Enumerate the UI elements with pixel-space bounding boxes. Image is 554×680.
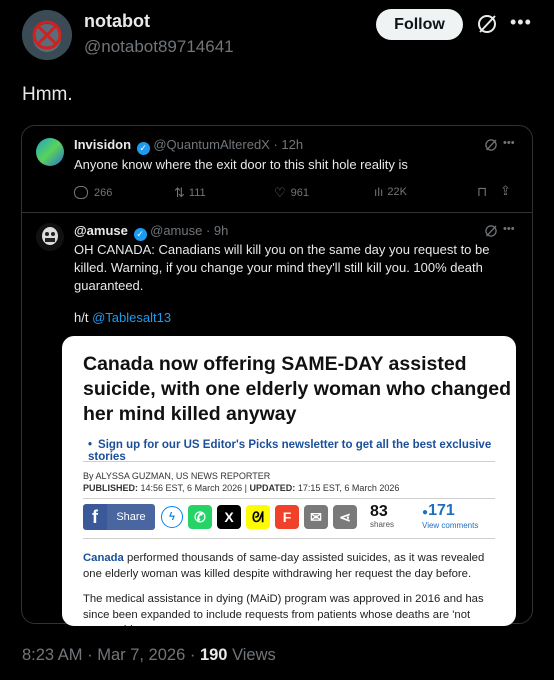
article-separator (83, 461, 495, 462)
share-icon[interactable]: ⇪ (500, 183, 511, 199)
nested-more-icon[interactable]: ••• (503, 223, 515, 235)
quoted-handle[interactable]: @QuantumAlteredX (153, 137, 270, 152)
post-text: Hmm. (22, 84, 73, 105)
quoted-grok-icon[interactable] (484, 138, 498, 157)
repost-action[interactable]: ⇅ 111 (174, 185, 206, 201)
reply-action[interactable]: 266 (74, 186, 112, 199)
flipboard-icon[interactable]: F (275, 505, 299, 529)
facebook-share-button[interactable]: f Share (83, 504, 155, 530)
comments-count: 171 (428, 502, 455, 519)
hat-tip-prefix: h/t (74, 310, 89, 325)
post-views-label: Views (232, 646, 276, 664)
canada-link[interactable]: Canada (83, 552, 124, 564)
author-display-name[interactable]: notabot (84, 11, 150, 32)
article-headline: Canada now offering SAME-DAY assisted su… (83, 353, 511, 425)
quoted-display-name[interactable]: Invisidon (74, 137, 131, 152)
nested-time[interactable]: · 9h (206, 223, 228, 238)
like-action[interactable]: ♡ 961 (274, 185, 309, 201)
hat-tip-handle[interactable]: @Tablesalt13 (92, 310, 171, 325)
email-icon[interactable]: ✉ (304, 505, 328, 529)
views-count: 22K (387, 186, 407, 198)
view-comments-link[interactable]: ●171 View comments (422, 503, 478, 531)
share-separator (83, 538, 495, 539)
messenger-icon[interactable]: ϟ (161, 506, 183, 528)
like-count: 961 (290, 187, 310, 199)
byline-separator (83, 498, 495, 499)
article-byline: By ALYSSA GUZMAN, US NEWS REPORTER (83, 471, 271, 481)
views-action[interactable]: ılı 22K (374, 185, 407, 199)
grok-icon[interactable] (476, 13, 498, 40)
quote-divider (22, 212, 532, 213)
nested-text: OH CANADA: Canadians will kill you on th… (74, 242, 490, 293)
newsletter-signup-text: Sign up for our US Editor's Picks newsle… (88, 439, 492, 463)
article-paragraph-1-text: performed thousands of same-day assisted… (83, 552, 485, 580)
share-bar: f Share ϟ ✆ X ᘛ F ✉ ⋖ 83 shares ●171 Vie… (83, 503, 478, 531)
quoted-text: Anyone know where the exit door to this … (74, 157, 408, 172)
post-timestamp[interactable]: 8:23 AM · Mar 7, 2026 · (22, 646, 195, 664)
comments-label: View comments (422, 521, 479, 530)
updated-date: 17:15 EST, 6 March 2026 (297, 483, 400, 493)
bookmark-icon[interactable]: ⊓ (477, 184, 487, 200)
article-paragraph-2: The medical assistance in dying (MAiD) p… (83, 593, 484, 626)
published-date: 14:56 EST, 6 March 2026 (140, 483, 243, 493)
updated-label: UPDATED: (249, 483, 296, 493)
post-views-count: 190 (199, 646, 228, 664)
more-options-icon[interactable]: ••• (510, 12, 532, 33)
reply-icon (74, 186, 88, 199)
author-handle[interactable]: @notabot89714641 (84, 37, 234, 57)
avatar[interactable] (22, 10, 72, 60)
shares-count: 83 (370, 503, 388, 520)
nested-avatar[interactable] (36, 223, 64, 251)
follow-button[interactable]: Follow (376, 9, 463, 40)
reply-count: 266 (94, 186, 113, 199)
facebook-icon: f (83, 504, 107, 530)
newsletter-signup-link[interactable]: • Sign up for our US Editor's Picks newsl… (88, 439, 516, 463)
facebook-share-label: Share (107, 504, 155, 530)
quoted-time[interactable]: · 12h (273, 137, 303, 152)
quoted-avatar[interactable] (36, 138, 64, 166)
article-image[interactable]: Canada now offering SAME-DAY assisted su… (62, 336, 516, 626)
x-icon[interactable]: X (217, 505, 241, 529)
shares-label: shares (370, 520, 395, 529)
repost-count: 111 (188, 187, 206, 199)
repost-icon: ⇅ (174, 185, 185, 200)
quoted-more-icon[interactable]: ••• (503, 137, 515, 149)
views-icon: ılı (374, 185, 384, 199)
snapchat-icon[interactable]: ᘛ (246, 505, 270, 529)
verified-badge-icon: ✓ (136, 142, 150, 155)
article-paragraph-1: Canada performed thousands of same-day a… (83, 551, 503, 582)
nested-verified-badge-icon: ✓ (133, 228, 147, 241)
heart-icon: ♡ (274, 185, 286, 200)
whatsapp-icon[interactable]: ✆ (188, 505, 212, 529)
bullet-icon: • (88, 439, 93, 451)
published-label: PUBLISHED: (83, 483, 139, 493)
nested-handle[interactable]: @amuse (150, 223, 202, 238)
share-more-icon[interactable]: ⋖ (333, 505, 357, 529)
nested-display-name[interactable]: @amuse (74, 223, 128, 238)
